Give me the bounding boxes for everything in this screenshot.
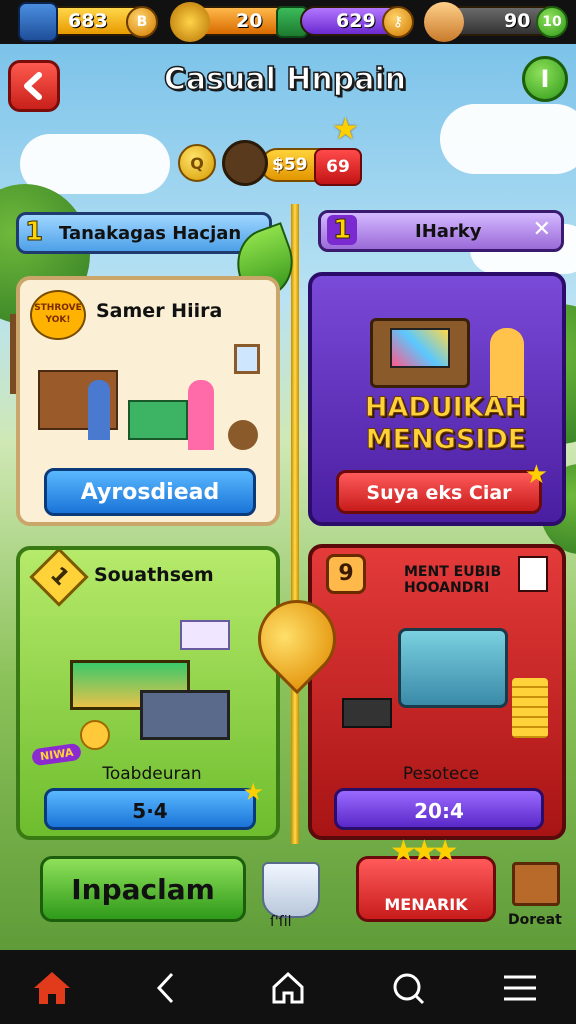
resource-value: 20 (236, 10, 263, 32)
menu-icon (504, 975, 536, 1001)
tab-right[interactable]: 1 IHarky ✕ (318, 210, 564, 252)
banner-line2: MENGSIDE (365, 424, 527, 456)
price-pill[interactable]: $59 69 (260, 148, 362, 186)
back-arrow-icon (24, 72, 42, 100)
tab-label: IHarky (415, 221, 482, 242)
flag-icon (518, 556, 548, 592)
sticker-badge: STHROVE YOK! (30, 290, 86, 340)
card-caption: Toabdeuran (102, 764, 202, 784)
card-title: Souathsem (94, 564, 214, 586)
cloud (440, 104, 576, 174)
page-title: Casual Hnpain (163, 61, 407, 98)
avatar-icon (424, 2, 464, 42)
card-number-badge: 9 (326, 554, 366, 594)
cup-icon[interactable] (262, 862, 320, 918)
back-button[interactable] (8, 60, 60, 112)
tag-label: NIWA (31, 742, 83, 767)
tab-label: Tanakagas Hacjan (59, 223, 242, 244)
back-icon (156, 972, 174, 1004)
doreat-label: Doreat (508, 912, 562, 928)
crate-icon[interactable] (512, 862, 560, 906)
crate-icon (18, 2, 58, 42)
banner-line1: HADUIKAH (364, 392, 528, 424)
tab-number: 1 (24, 217, 44, 248)
nav-home-outline-button[interactable] (266, 968, 310, 1008)
honey-pot-icon (170, 2, 210, 42)
info-button[interactable]: I (522, 56, 568, 102)
coin-icon: B (126, 6, 158, 38)
machine-illustration (342, 618, 552, 748)
card-caption: Pesotece (402, 764, 480, 784)
resource-level[interactable]: 90 10 (424, 2, 568, 42)
home-outline-icon (272, 971, 304, 1004)
price-value: $59 (272, 155, 308, 175)
resource-value: 629 (336, 10, 376, 32)
card-title-line2: HOOANDRI (404, 580, 490, 596)
game-scene: Casual Hnpain I ★ Q $59 69 1 Tanakagas H… (0, 44, 576, 950)
resource-crates[interactable]: 683 B (18, 2, 158, 42)
cup-label: ſ'ſil (270, 914, 292, 930)
workshop-illustration (38, 340, 268, 460)
system-nav-bar (0, 950, 576, 1024)
nav-menu-button[interactable] (498, 968, 542, 1008)
nav-back-button[interactable] (144, 968, 188, 1008)
resource-bar: 683 B 20 629 ⚷ 90 10 (0, 0, 576, 44)
level-badge: 10 (536, 6, 568, 38)
info-icon: I (540, 65, 550, 93)
resource-value: 683 (68, 10, 108, 32)
resource-gifts[interactable]: 629 ⚷ (300, 6, 414, 38)
nav-search-button[interactable] (386, 968, 430, 1008)
cloud (20, 134, 170, 194)
search-icon (393, 973, 425, 1005)
key-icon: ⚷ (382, 6, 414, 38)
close-icon[interactable]: ✕ (533, 217, 551, 242)
center-currency-row: Q $59 69 (178, 140, 368, 190)
resource-value: 90 (504, 10, 531, 32)
tab-number: 1 (327, 215, 358, 246)
card-value-button[interactable]: 20:4 (334, 788, 544, 830)
primary-button[interactable]: Inpaclam (40, 856, 246, 922)
card-button[interactable]: Ayrosdiead (44, 468, 256, 516)
card-title-line1: MENT EUBIB (404, 564, 502, 580)
price-badge: 69 (314, 148, 362, 186)
star-icon: ★ (242, 778, 264, 806)
card-value-button[interactable]: 5·4 (44, 788, 256, 830)
card-samer[interactable]: STHROVE YOK! Samer Hiira Ayrosdiead (16, 276, 280, 526)
star-icon: ★ (524, 460, 548, 490)
card-ment[interactable]: 9 MENT EUBIB HOOANDRI Pesotece 20:4 (308, 544, 566, 840)
card-haduikah[interactable]: HADUIKAH MENGSIDE Suya eks Ciar ★ (308, 272, 566, 526)
coin-icon[interactable]: Q (178, 144, 216, 182)
card-button[interactable]: Suya eks Ciar (336, 470, 542, 514)
nav-home-button[interactable] (30, 968, 74, 1008)
card-title: Samer Hiira (96, 300, 223, 322)
card-number-badge: 1 (29, 550, 89, 607)
card-souathsem[interactable]: 1 Souathsem NIWA Toabdeuran 5·4 ★ (16, 546, 280, 840)
resource-honey[interactable]: 20 (170, 2, 308, 42)
treasure-illustration (60, 620, 260, 750)
tab-left[interactable]: 1 Tanakagas Hacjan (16, 212, 272, 254)
avatar[interactable] (222, 140, 268, 186)
stars-pile-icon: ★★★ (390, 834, 459, 869)
divider-pole (291, 204, 299, 844)
home-icon (34, 972, 70, 1004)
